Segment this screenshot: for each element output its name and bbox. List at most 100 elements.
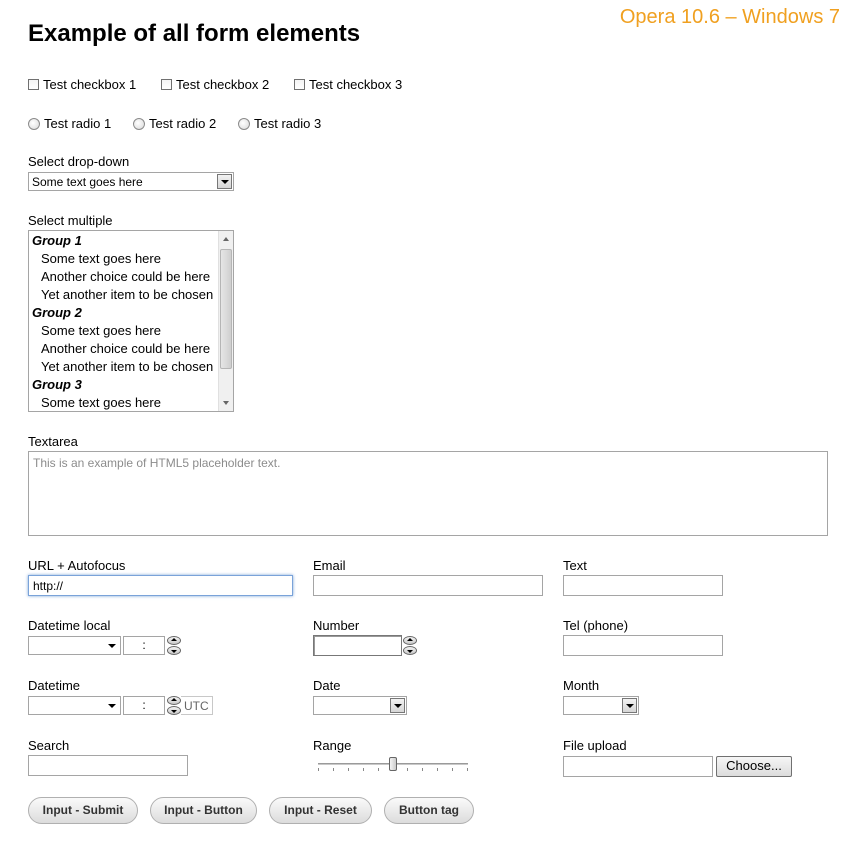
checkbox-2[interactable] bbox=[161, 79, 172, 91]
list-option[interactable]: Yet another item to be chosen bbox=[41, 286, 213, 304]
optgroup-label: Group 3 bbox=[32, 377, 82, 392]
range-tick bbox=[333, 768, 334, 771]
file-path-input[interactable] bbox=[563, 756, 713, 777]
time-separator: : bbox=[142, 638, 146, 652]
datetime-label: Datetime bbox=[28, 678, 81, 693]
radio-item-2[interactable]: Test radio 2 bbox=[133, 115, 216, 131]
select-dropdown[interactable]: Some text goes here bbox=[28, 172, 234, 191]
number-input[interactable] bbox=[313, 635, 402, 656]
reset-button[interactable]: Input - Reset bbox=[269, 797, 372, 824]
list-option[interactable]: Some text goes here bbox=[41, 250, 161, 268]
list-option[interactable]: Yet another item to be chosen bbox=[41, 358, 213, 376]
spin-up-icon[interactable] bbox=[167, 636, 181, 645]
email-label: Email bbox=[313, 558, 346, 573]
range-thumb[interactable] bbox=[389, 757, 397, 771]
list-option[interactable]: Another choice could be here bbox=[41, 268, 210, 286]
chevron-down-icon[interactable] bbox=[217, 174, 232, 189]
tel-input[interactable] bbox=[563, 635, 723, 656]
browser-version-tag: Opera 10.6 – Windows 7 bbox=[619, 6, 840, 28]
url-input[interactable]: http:// bbox=[28, 575, 293, 596]
text-input[interactable] bbox=[563, 575, 723, 596]
datetime-spinner[interactable] bbox=[167, 696, 181, 715]
range-tick bbox=[452, 768, 453, 771]
scrollbar-thumb[interactable] bbox=[220, 249, 232, 369]
textarea-placeholder: This is an example of HTML5 placeholder … bbox=[33, 456, 281, 470]
select-dropdown-label: Select drop-down bbox=[28, 154, 130, 169]
range-tick bbox=[348, 768, 349, 771]
range-tick bbox=[363, 768, 364, 771]
list-option[interactable]: Some text goes here bbox=[41, 394, 161, 411]
spin-down-icon[interactable] bbox=[403, 646, 417, 655]
choose-file-button[interactable]: Choose... bbox=[716, 756, 792, 777]
datetime-time-input[interactable]: : bbox=[123, 696, 165, 715]
range-tick bbox=[318, 768, 319, 771]
timezone-label: UTC bbox=[181, 696, 213, 715]
textarea-label: Textarea bbox=[28, 434, 78, 449]
datetime-local-date-select[interactable] bbox=[28, 636, 121, 655]
month-select[interactable] bbox=[563, 696, 639, 715]
range-slider[interactable] bbox=[318, 756, 468, 774]
radio-label-3: Test radio 3 bbox=[254, 116, 322, 132]
checkbox-1[interactable] bbox=[28, 79, 39, 91]
button-tag[interactable]: Button tag bbox=[384, 797, 474, 824]
checkbox-item-2[interactable]: Test checkbox 2 bbox=[161, 76, 269, 92]
tel-label: Tel (phone) bbox=[563, 618, 629, 633]
number-spinner[interactable] bbox=[403, 636, 417, 655]
time-separator: : bbox=[142, 698, 146, 712]
scroll-down-icon[interactable] bbox=[223, 401, 229, 405]
range-tick bbox=[467, 768, 468, 771]
page-title: Example of all form elements bbox=[28, 20, 361, 47]
datetime-local-label: Datetime local bbox=[28, 618, 111, 633]
checkbox-3[interactable] bbox=[294, 79, 305, 91]
datetime-local-time-input[interactable]: : bbox=[123, 636, 165, 655]
radio-label-1: Test radio 1 bbox=[44, 116, 112, 132]
radio-3[interactable] bbox=[238, 117, 250, 130]
checkbox-item-3[interactable]: Test checkbox 3 bbox=[294, 76, 402, 92]
datetime-local-spinner[interactable] bbox=[167, 636, 181, 655]
search-input[interactable] bbox=[28, 755, 188, 776]
optgroup-label: Group 1 bbox=[32, 233, 82, 248]
range-tick bbox=[437, 768, 438, 771]
select-dropdown-value: Some text goes here bbox=[32, 175, 143, 189]
url-value: http:// bbox=[33, 579, 64, 593]
range-label: Range bbox=[313, 738, 352, 753]
spin-down-icon[interactable] bbox=[167, 646, 181, 655]
radio-group: Test radio 1 Test radio 2 Test radio 3 bbox=[0, 115, 850, 131]
email-input[interactable] bbox=[313, 575, 543, 596]
input-button[interactable]: Input - Button bbox=[150, 797, 257, 824]
optgroup-label: Group 2 bbox=[32, 305, 82, 320]
range-tick bbox=[422, 768, 423, 771]
text-label: Text bbox=[563, 558, 587, 573]
spin-up-icon[interactable] bbox=[403, 636, 417, 645]
select-multiple[interactable]: Group 1 Some text goes here Another choi… bbox=[28, 230, 234, 412]
datetime-date-select[interactable] bbox=[28, 696, 121, 715]
range-tick bbox=[378, 768, 379, 771]
textarea[interactable]: This is an example of HTML5 placeholder … bbox=[28, 451, 828, 536]
list-option[interactable]: Another choice could be here bbox=[41, 340, 210, 358]
radio-1[interactable] bbox=[28, 117, 40, 130]
month-label: Month bbox=[563, 678, 600, 693]
checkbox-group: Test checkbox 1 Test checkbox 2 Test che… bbox=[0, 76, 850, 92]
radio-2[interactable] bbox=[133, 117, 145, 130]
range-tick bbox=[407, 768, 408, 771]
submit-button[interactable]: Input - Submit bbox=[28, 797, 138, 824]
chevron-down-icon[interactable] bbox=[390, 698, 405, 713]
checkbox-label-1: Test checkbox 1 bbox=[43, 77, 137, 93]
select-multiple-label: Select multiple bbox=[28, 213, 113, 228]
radio-item-3[interactable]: Test radio 3 bbox=[238, 115, 321, 131]
search-label: Search bbox=[28, 738, 70, 753]
checkbox-item-1[interactable]: Test checkbox 1 bbox=[28, 76, 136, 92]
chevron-down-icon[interactable] bbox=[622, 698, 637, 713]
vertical-scrollbar[interactable] bbox=[218, 231, 233, 411]
scroll-up-icon[interactable] bbox=[223, 237, 229, 241]
url-label: URL + Autofocus bbox=[28, 558, 126, 573]
radio-label-2: Test radio 2 bbox=[149, 116, 217, 132]
checkbox-label-3: Test checkbox 3 bbox=[309, 77, 403, 93]
date-select[interactable] bbox=[313, 696, 407, 715]
checkbox-label-2: Test checkbox 2 bbox=[176, 77, 270, 93]
list-option[interactable]: Some text goes here bbox=[41, 322, 161, 340]
date-label: Date bbox=[313, 678, 341, 693]
spin-down-icon[interactable] bbox=[167, 706, 181, 715]
radio-item-1[interactable]: Test radio 1 bbox=[28, 115, 111, 131]
spin-up-icon[interactable] bbox=[167, 696, 181, 705]
